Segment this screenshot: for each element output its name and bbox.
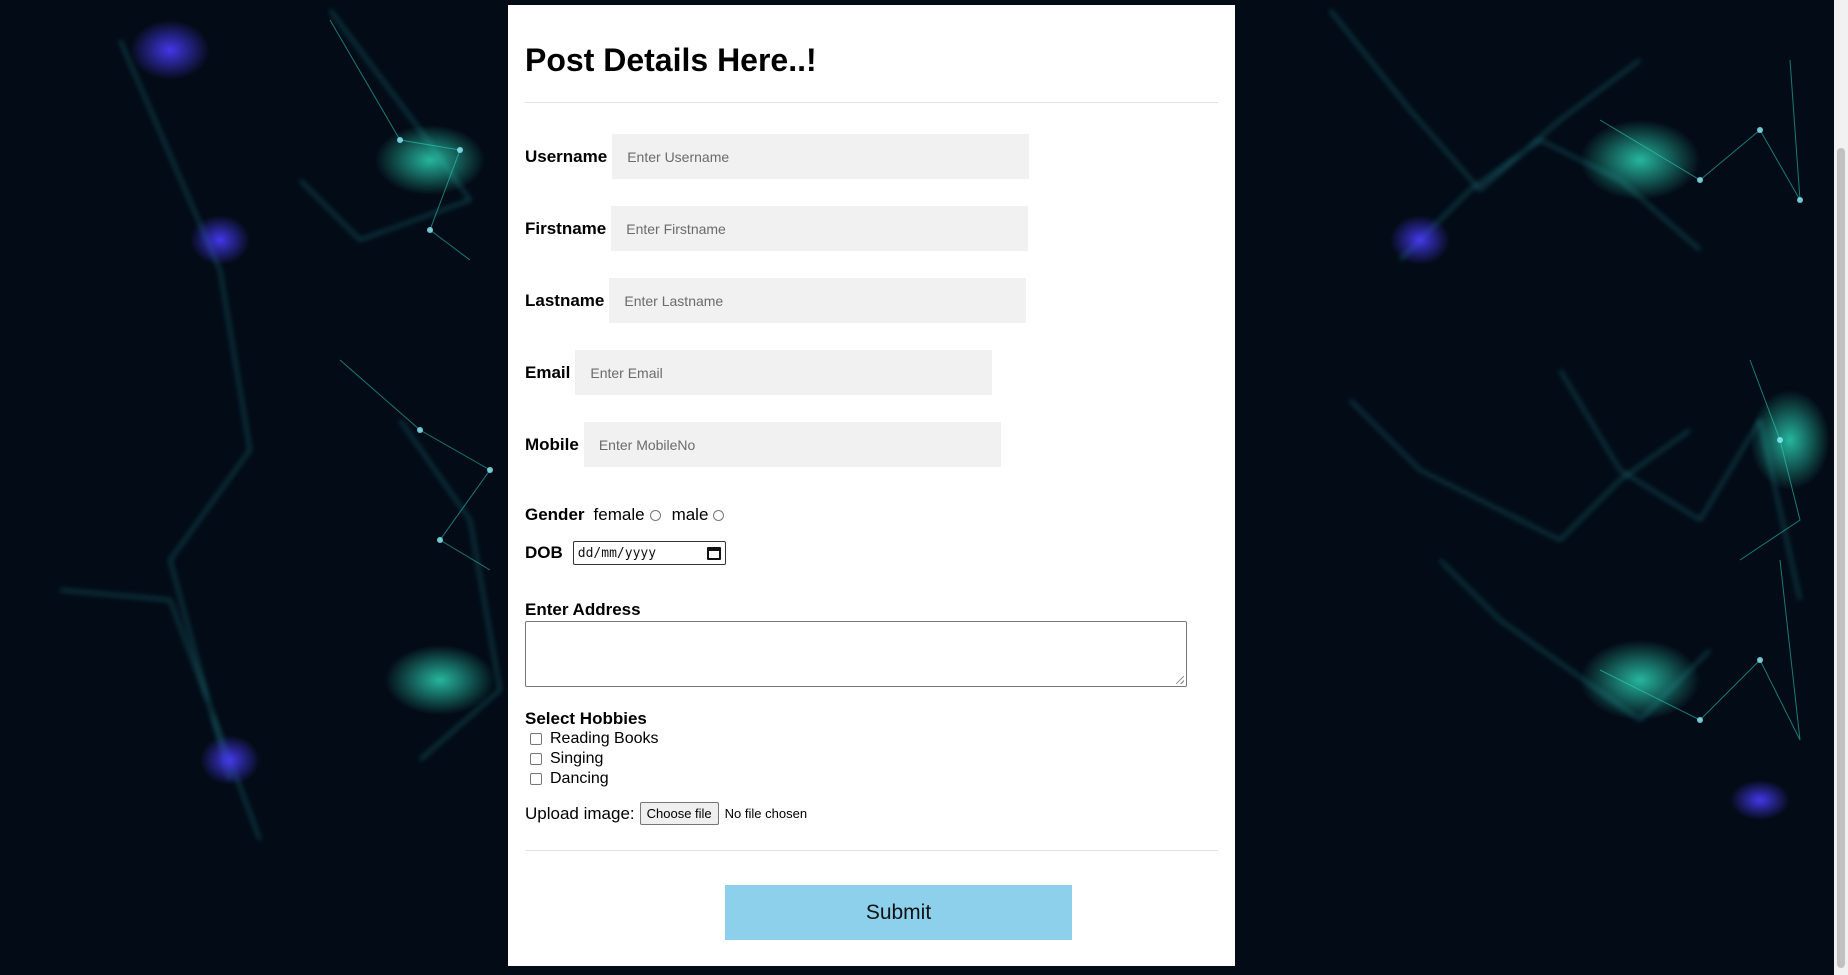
calendar-icon[interactable]	[706, 546, 721, 560]
text-fields: Username Firstname Lastname Email Mobile	[525, 134, 1218, 467]
mobile-row: Mobile	[525, 422, 1218, 467]
post-details-form: Post Details Here..! Username Firstname …	[508, 5, 1235, 966]
hobby-dancing-label: Dancing	[550, 770, 609, 787]
upload-label: Upload image:	[525, 803, 635, 823]
hobby-dancing-checkbox[interactable]	[530, 773, 542, 785]
hobby-singing-checkbox[interactable]	[530, 753, 542, 765]
hobbies-list: Reading Books Singing Dancing	[525, 729, 1218, 789]
dob-group: DOB dd/mm/yyyy	[525, 541, 1218, 565]
username-label: Username	[525, 146, 608, 166]
username-row: Username	[525, 134, 1218, 179]
scrollbar-thumb[interactable]	[1837, 148, 1845, 968]
dob-date-input[interactable]: dd/mm/yyyy	[572, 541, 726, 565]
lastname-label: Lastname	[525, 290, 605, 310]
hobby-singing-label: Singing	[550, 750, 604, 767]
hobby-singing-row: Singing	[525, 749, 1218, 769]
gender-label: Gender	[525, 505, 585, 524]
email-label: Email	[525, 362, 571, 382]
title-divider	[525, 102, 1218, 103]
lastname-input[interactable]	[609, 278, 1027, 323]
mobile-input[interactable]	[583, 422, 1001, 467]
file-status: No file chosen	[724, 806, 808, 821]
mobile-label: Mobile	[525, 434, 579, 454]
lastname-row: Lastname	[525, 278, 1218, 323]
email-input[interactable]	[575, 350, 993, 395]
firstname-row: Firstname	[525, 206, 1218, 251]
submit-button[interactable]: Submit	[725, 885, 1072, 940]
upload-group: Upload image: Choose file No file chosen	[525, 802, 1218, 825]
hobby-reading-row: Reading Books	[525, 729, 1218, 749]
form-title: Post Details Here..!	[525, 42, 817, 78]
gender-male-radio[interactable]	[713, 509, 725, 521]
gender-female-label: female	[593, 505, 645, 524]
page-scrollbar[interactable]	[1834, 0, 1848, 975]
username-input[interactable]	[612, 134, 1030, 179]
choose-file-button[interactable]: Choose file	[639, 802, 719, 825]
hobby-reading-checkbox[interactable]	[530, 733, 542, 745]
hobby-dancing-row: Dancing	[525, 769, 1218, 789]
address-label: Enter Address	[525, 600, 641, 619]
address-textarea[interactable]	[525, 621, 1187, 687]
hobby-reading-label: Reading Books	[550, 730, 659, 747]
gender-group: Gender female male	[525, 505, 1218, 525]
dob-label: DOB	[525, 543, 563, 562]
gender-male-label: male	[671, 505, 709, 524]
gender-female-radio[interactable]	[649, 509, 661, 521]
dob-placeholder: dd/mm/yyyy	[577, 545, 657, 561]
email-row: Email	[525, 350, 1218, 395]
firstname-input[interactable]	[611, 206, 1029, 251]
resize-grip-icon[interactable]	[1176, 676, 1184, 684]
bottom-divider	[525, 850, 1218, 851]
hobbies-label: Select Hobbies	[525, 709, 647, 728]
firstname-label: Firstname	[525, 218, 607, 238]
